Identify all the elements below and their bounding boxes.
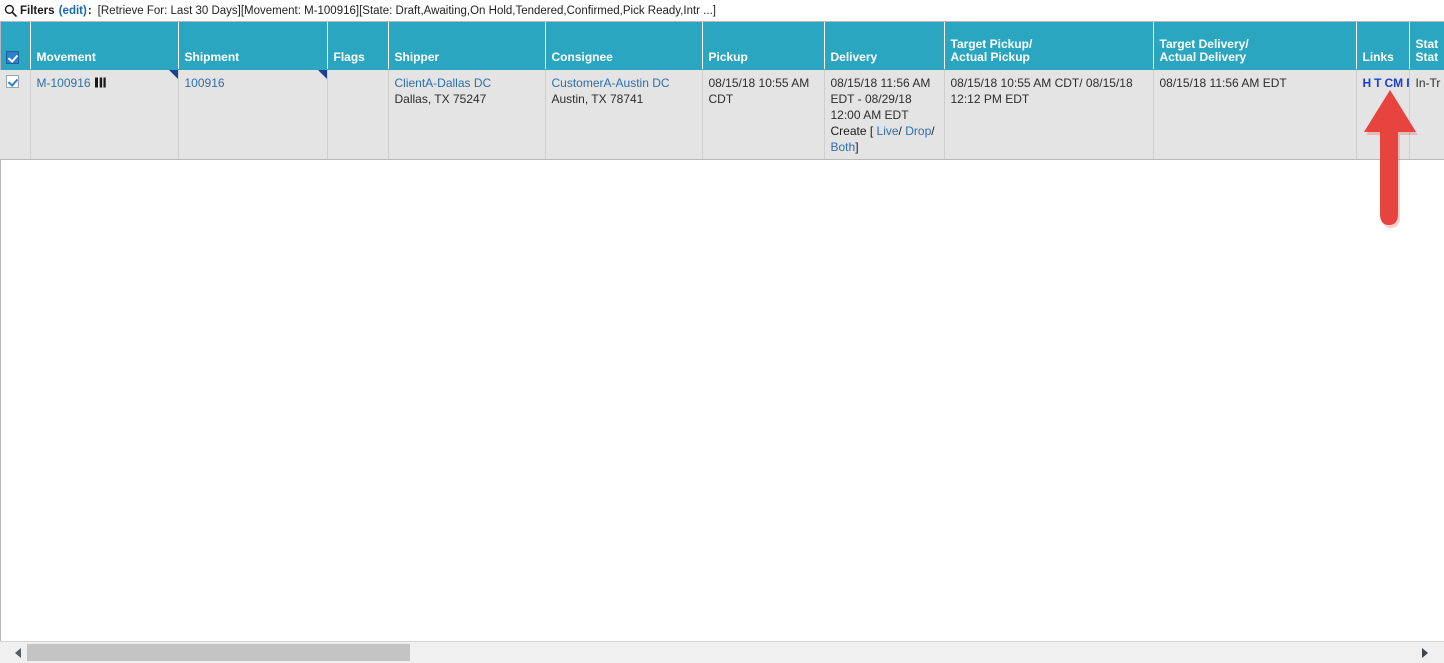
consignee-name-link[interactable]: CustomerA-Austin DC bbox=[552, 76, 670, 90]
cell-status[interactable]: In-Tr Pick bbox=[1409, 69, 1444, 160]
column-header-pickup-label: Pickup bbox=[708, 49, 748, 64]
column-header-status-line1: Stat bbox=[1415, 36, 1439, 51]
row-select-checkbox[interactable] bbox=[6, 74, 19, 88]
target-pickup-value: 08/15/18 10:55 AM CDT/ 08/15/18 12:12 PM… bbox=[950, 75, 1133, 106]
cell-consignee[interactable]: CustomerA-Austin DC Austin, TX 78741 bbox=[545, 69, 703, 160]
column-header-shipment[interactable]: Shipment bbox=[178, 22, 328, 70]
filter-expression: [Retrieve For: Last 30 Days][Movement: M… bbox=[97, 4, 716, 17]
delivery-create-group: Create [ Live/ Drop/ Both] bbox=[831, 124, 935, 154]
column-header-flags[interactable]: Flags bbox=[327, 22, 389, 70]
column-header-consignee-label: Consignee bbox=[551, 49, 613, 64]
book-icon[interactable] bbox=[94, 77, 106, 88]
column-header-target-delivery-line1: Target Delivery/ bbox=[1159, 36, 1249, 51]
link-history[interactable]: H bbox=[1363, 76, 1372, 90]
filter-bar: Filters (edit) : [Retrieve For: Last 30 … bbox=[0, 0, 1444, 21]
delivery-option-drop[interactable]: Drop bbox=[905, 124, 931, 138]
horizontal-scrollbar[interactable] bbox=[0, 641, 1444, 663]
shipper-name-link[interactable]: ClientA-Dallas DC bbox=[395, 76, 492, 90]
cell-movement[interactable]: M-100916 bbox=[30, 69, 179, 160]
grid-container: Movement Shipment Flags Shipper Consigne… bbox=[0, 21, 1444, 642]
shipment-id-link[interactable]: 100916 bbox=[185, 76, 225, 90]
column-header-links[interactable]: Links bbox=[1356, 22, 1410, 70]
status-value: In-Tr Pick bbox=[1415, 75, 1444, 90]
column-header-pickup[interactable]: Pickup bbox=[702, 22, 825, 70]
column-header-consignee[interactable]: Consignee bbox=[545, 22, 703, 70]
delivery-option-both[interactable]: Both bbox=[831, 140, 856, 154]
search-icon bbox=[4, 4, 17, 17]
cell-flags[interactable] bbox=[327, 69, 389, 160]
column-header-target-delivery[interactable]: Target Delivery/ Actual Delivery bbox=[1153, 22, 1357, 70]
cell-links[interactable]: HTCMPC bbox=[1356, 69, 1410, 160]
delivery-option-live[interactable]: Live bbox=[877, 124, 899, 138]
table-row[interactable]: M-100916 100916 ClientA-Dallas DC Dallas… bbox=[0, 69, 1444, 160]
movements-grid: Movement Shipment Flags Shipper Consigne… bbox=[0, 22, 1444, 160]
column-header-target-pickup-line1: Target Pickup/ bbox=[950, 36, 1033, 51]
scroll-left-arrow-icon[interactable] bbox=[8, 642, 27, 663]
corner-flag-icon bbox=[317, 69, 326, 79]
column-header-status[interactable]: Stat Stat bbox=[1409, 22, 1444, 70]
cell-shipper[interactable]: ClientA-Dallas DC Dallas, TX 75247 bbox=[388, 69, 546, 160]
column-header-shipment-label: Shipment bbox=[184, 49, 240, 64]
column-header-target-pickup[interactable]: Target Pickup/ Actual Pickup bbox=[944, 22, 1154, 70]
column-header-shipper[interactable]: Shipper bbox=[388, 22, 546, 70]
cell-shipment[interactable]: 100916 bbox=[178, 69, 328, 160]
column-header-movement-label: Movement bbox=[36, 49, 96, 64]
delivery-window: 08/15/18 11:56 AM EDT - 08/29/18 12:00 A… bbox=[830, 75, 931, 122]
scroll-right-arrow-icon[interactable] bbox=[1415, 642, 1434, 663]
row-select-cell[interactable] bbox=[0, 69, 31, 160]
movement-id-link[interactable]: M-100916 bbox=[37, 76, 91, 90]
filters-edit-link[interactable]: (edit) bbox=[59, 5, 87, 17]
horizontal-scroll-thumb[interactable] bbox=[27, 644, 410, 661]
cell-target-delivery[interactable]: 08/15/18 11:56 AM EDT bbox=[1153, 69, 1357, 160]
column-header-flags-label: Flags bbox=[333, 49, 365, 64]
cell-delivery[interactable]: 08/15/18 11:56 AM EDT - 08/29/18 12:00 A… bbox=[824, 69, 945, 160]
pickup-datetime: 08/15/18 10:55 AM CDT bbox=[708, 75, 810, 106]
shipper-location: Dallas, TX 75247 bbox=[394, 91, 487, 106]
close-bracket: ] bbox=[855, 139, 859, 154]
column-header-target-pickup-line2: Actual Pickup bbox=[950, 49, 1030, 64]
column-header-target-delivery-line2: Actual Delivery bbox=[1159, 49, 1247, 64]
column-header-movement[interactable]: Movement bbox=[30, 22, 179, 70]
cell-pickup[interactable]: 08/15/18 10:55 AM CDT bbox=[702, 69, 825, 160]
column-header-links-label: Links bbox=[1362, 49, 1394, 64]
right-triangle-icon bbox=[1421, 647, 1428, 658]
column-header-delivery-label: Delivery bbox=[830, 49, 878, 64]
create-label: Create [ bbox=[830, 123, 874, 138]
link-cm[interactable]: CM bbox=[1385, 76, 1404, 90]
consignee-location: Austin, TX 78741 bbox=[551, 91, 644, 106]
column-header-shipper-label: Shipper bbox=[394, 49, 440, 64]
corner-flag-icon bbox=[168, 69, 177, 79]
cell-target-pickup[interactable]: 08/15/18 10:55 AM CDT/ 08/15/18 12:12 PM… bbox=[944, 69, 1154, 160]
grid-header-row: Movement Shipment Flags Shipper Consigne… bbox=[0, 22, 1444, 70]
column-header-status-line2: Stat bbox=[1415, 49, 1439, 64]
filters-colon: : bbox=[87, 4, 92, 17]
column-header-select[interactable] bbox=[0, 22, 31, 70]
column-header-delivery[interactable]: Delivery bbox=[824, 22, 945, 70]
option-separator-1: / bbox=[898, 123, 902, 138]
left-triangle-icon bbox=[14, 647, 21, 658]
target-delivery-value: 08/15/18 11:56 AM EDT bbox=[1159, 75, 1287, 90]
filters-label: Filters bbox=[20, 4, 55, 17]
link-tracking[interactable]: T bbox=[1374, 76, 1381, 90]
select-all-checkbox[interactable] bbox=[6, 50, 19, 64]
option-separator-2: / bbox=[931, 123, 935, 138]
